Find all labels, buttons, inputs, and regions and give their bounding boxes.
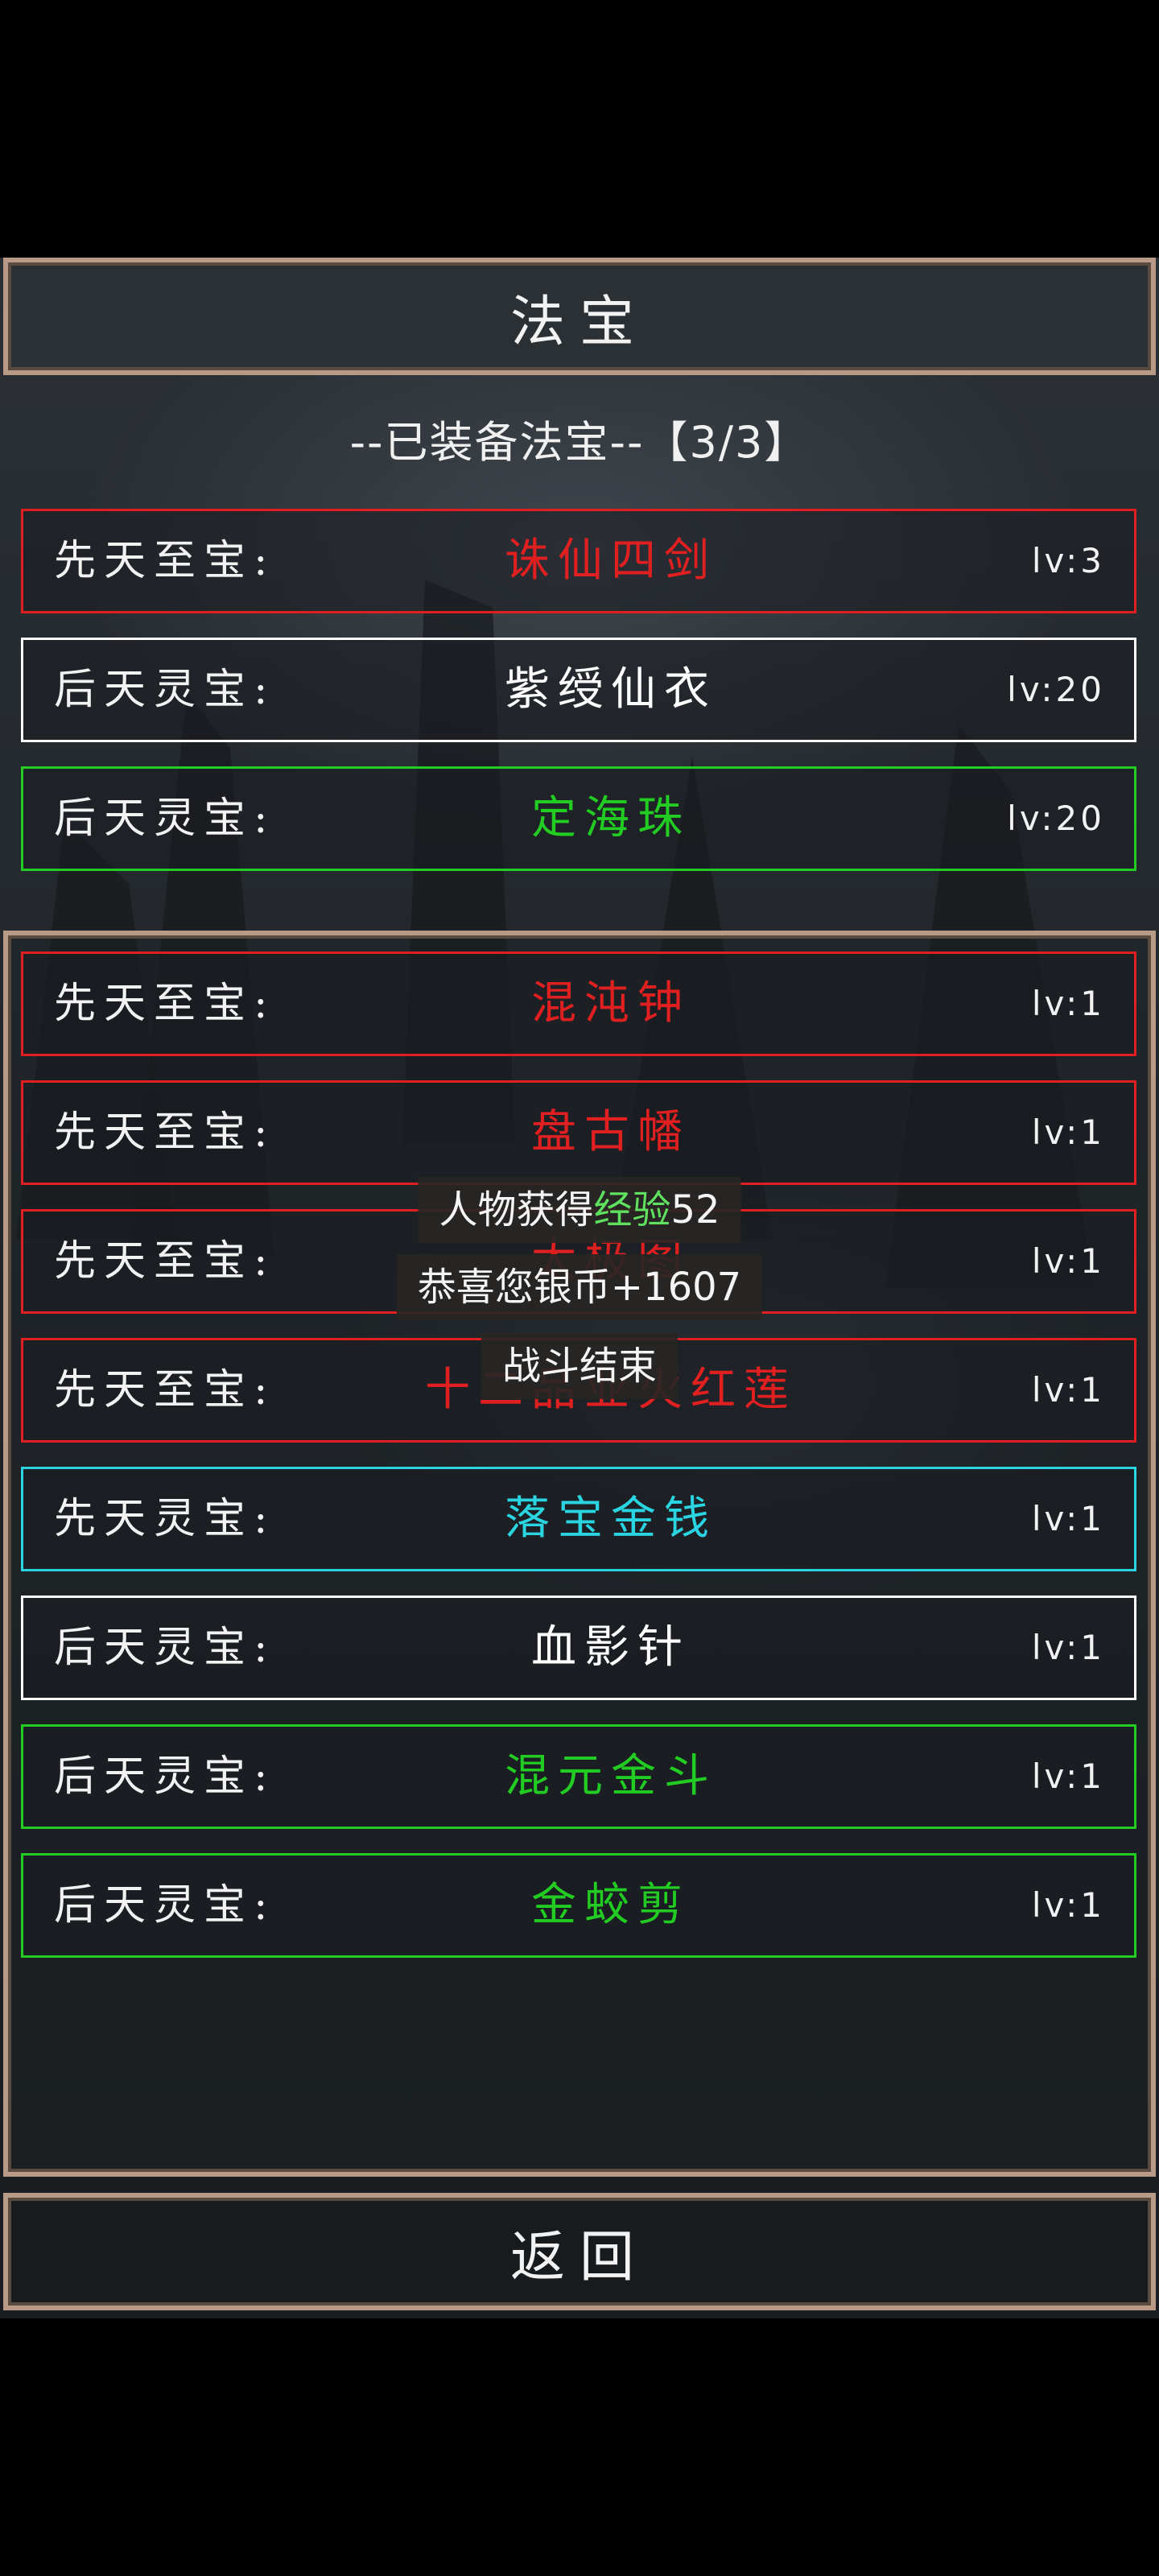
back-button-label: 返回 bbox=[509, 2225, 649, 2289]
item-level: lv:1 bbox=[1031, 1499, 1105, 1538]
item-kind: 先天至宝: bbox=[54, 1366, 276, 1414]
toast-text: 战斗结束 bbox=[501, 1344, 658, 1389]
item-name: 血影针 bbox=[531, 1621, 691, 1674]
item-name: 定海珠 bbox=[531, 792, 691, 844]
item-name: 诛仙四剑 bbox=[505, 535, 717, 587]
item-kind: 先天至宝: bbox=[54, 980, 276, 1028]
item-kind: 先天至宝: bbox=[54, 1237, 276, 1286]
item-level: lv:1 bbox=[1031, 1628, 1105, 1667]
item-level: lv:20 bbox=[1007, 670, 1105, 709]
item-name: 混沌钟 bbox=[531, 977, 691, 1030]
toast-text: 人物获得 bbox=[439, 1187, 594, 1232]
item-name: 落宝金钱 bbox=[505, 1492, 717, 1545]
page-title: 法宝 bbox=[509, 290, 649, 354]
item-level: lv:1 bbox=[1031, 1885, 1105, 1925]
inventory-item-row[interactable]: 后天灵宝: 金蛟剪 lv:1 bbox=[21, 1853, 1136, 1958]
inventory-item-row[interactable]: 后天灵宝: 血影针 lv:1 bbox=[21, 1596, 1136, 1700]
item-level: lv:1 bbox=[1031, 984, 1105, 1023]
item-kind: 先天至宝: bbox=[54, 537, 276, 585]
item-level: lv:1 bbox=[1031, 1370, 1105, 1410]
item-kind: 后天灵宝: bbox=[54, 795, 276, 843]
silver-gain-toast: 恭喜您银币+1607 bbox=[396, 1254, 763, 1320]
item-kind: 后天灵宝: bbox=[54, 1881, 276, 1930]
exp-gain-toast: 人物获得经验52 bbox=[418, 1177, 741, 1243]
item-level: lv:1 bbox=[1031, 1113, 1105, 1152]
inventory-item-row[interactable]: 先天至宝: 盘古幡 lv:1 bbox=[21, 1080, 1136, 1185]
inventory-item-row[interactable]: 后天灵宝: 混元金斗 lv:1 bbox=[21, 1724, 1136, 1829]
item-level: lv:1 bbox=[1031, 1241, 1105, 1281]
equipped-header: --已装备法宝--【3/3】 bbox=[349, 417, 810, 468]
item-level: lv:1 bbox=[1031, 1757, 1105, 1796]
equipped-item-row[interactable]: 后天灵宝: 紫绶仙衣 lv:20 bbox=[21, 638, 1136, 742]
battle-end-toast: 战斗结束 bbox=[481, 1333, 678, 1399]
item-level: lv:20 bbox=[1007, 799, 1105, 838]
item-name: 混元金斗 bbox=[505, 1750, 717, 1802]
item-kind: 后天灵宝: bbox=[54, 1624, 276, 1672]
item-level: lv:3 bbox=[1031, 541, 1105, 580]
toast-text: 恭喜您银币+1607 bbox=[417, 1265, 742, 1310]
item-kind: 先天至宝: bbox=[54, 1108, 276, 1157]
item-kind: 后天灵宝: bbox=[54, 1752, 276, 1801]
inventory-item-row[interactable]: 先天至宝: 混沌钟 lv:1 bbox=[21, 952, 1136, 1056]
title-bar: 法宝 bbox=[3, 258, 1156, 375]
item-kind: 先天灵宝: bbox=[54, 1495, 276, 1543]
toast-value: 52 bbox=[670, 1187, 720, 1232]
toast-highlight: 经验 bbox=[593, 1187, 671, 1232]
item-name: 盘古幡 bbox=[531, 1106, 691, 1158]
back-button[interactable]: 返回 bbox=[3, 2193, 1156, 2310]
inventory-item-row[interactable]: 先天灵宝: 落宝金钱 lv:1 bbox=[21, 1467, 1136, 1571]
item-name: 紫绶仙衣 bbox=[505, 663, 717, 716]
item-name: 金蛟剪 bbox=[531, 1879, 691, 1931]
item-kind: 后天灵宝: bbox=[54, 666, 276, 714]
equipped-item-row[interactable]: 后天灵宝: 定海珠 lv:20 bbox=[21, 766, 1136, 871]
equipped-item-row[interactable]: 先天至宝: 诛仙四剑 lv:3 bbox=[21, 509, 1136, 613]
